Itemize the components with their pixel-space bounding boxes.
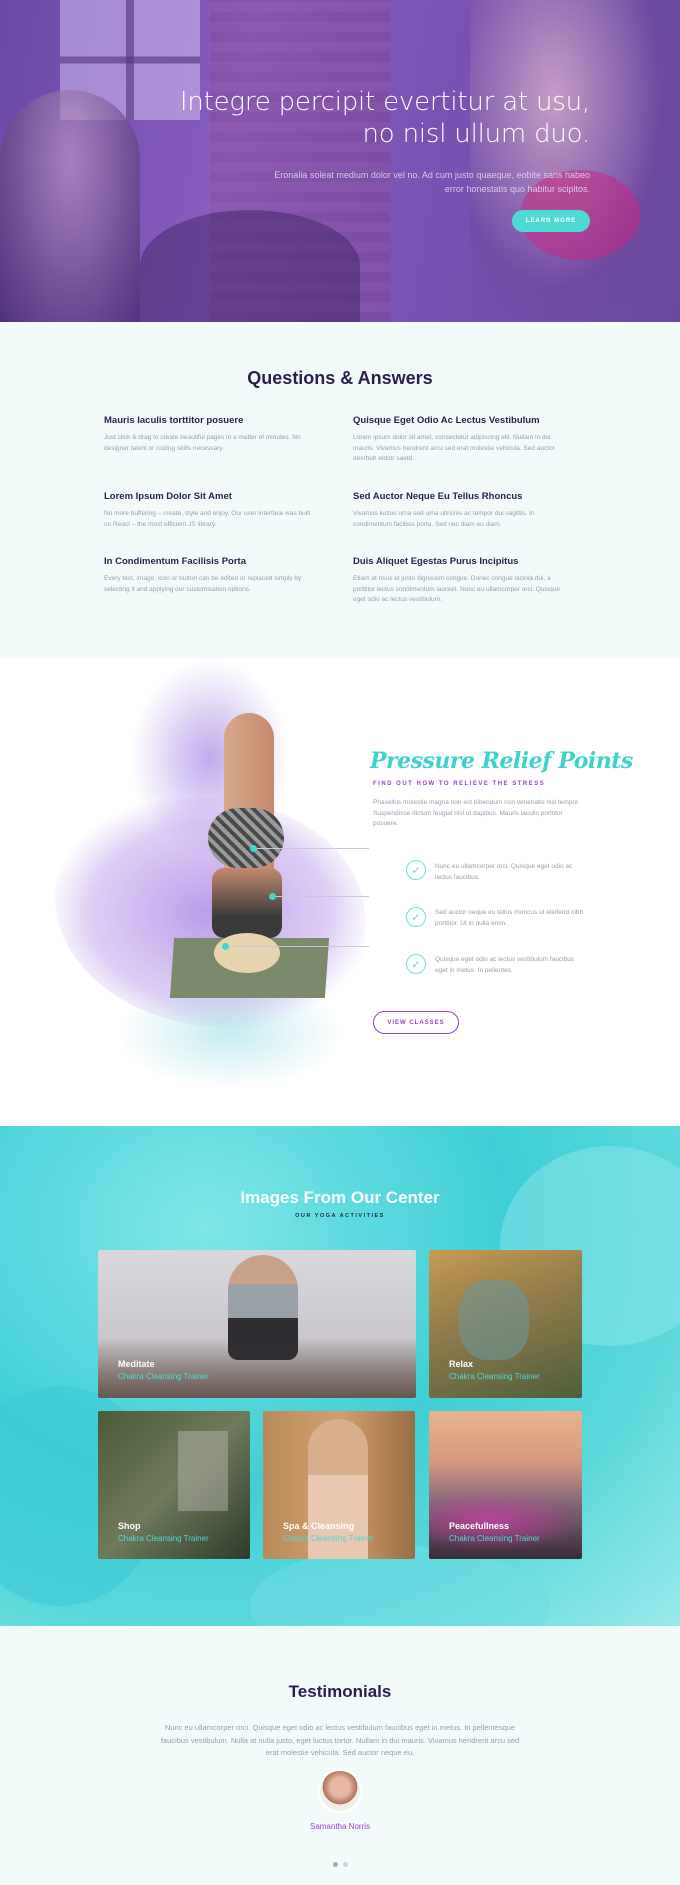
testimonials-section: Testimonials Nunc eu ullamcorper orci. Q…: [0, 1626, 680, 1885]
gallery-tile-relax[interactable]: Relax Chakra Cleansing Trainer: [429, 1250, 582, 1398]
shop-photo-building: [178, 1431, 228, 1511]
gallery-subtitle: OUR YOGA ACTIVITIES: [295, 1213, 385, 1219]
tile-sub: Chakra Cleansing Trainer: [449, 1372, 540, 1381]
carousel-dots: [333, 1862, 348, 1867]
pressure-point-dot[interactable]: [269, 893, 276, 900]
testimonials-title: Testimonials: [288, 1682, 392, 1701]
qa-item: Duis Aliquet Egestas Purus Incipitus Eti…: [353, 556, 568, 606]
pointer-line: [226, 946, 369, 947]
testimonial-author: Samantha Norris: [309, 1822, 371, 1831]
check-icon: ✓: [406, 907, 426, 927]
pressure-point-text: Quisque eget odio ac lectus vestibulum f…: [435, 956, 575, 974]
gallery-tile-spa[interactable]: Spa & Cleansing Chakra Cleansing Trainer: [263, 1411, 415, 1559]
pressure-point-text: Sed auctor neque eu tellus rhoncus ut el…: [435, 909, 584, 927]
relax-photo-figure: [459, 1280, 529, 1360]
tile-sub: Chakra Cleansing Trainer: [118, 1372, 209, 1381]
qa-answer: Lorem ipsum dolor sit amet, consectetur …: [353, 434, 555, 462]
tile-label: Spa & Cleansing: [283, 1521, 355, 1531]
tile-label: Shop: [118, 1521, 141, 1531]
qa-section: Questions & Answers Mauris Iaculis tortt…: [0, 322, 680, 658]
check-icon: ✓: [406, 954, 426, 974]
qa-question: Sed Auctor Neque Eu Tellus Rhoncus: [353, 491, 523, 502]
pressure-subtitle: FIND OUT HOW TO RELIEVE THE STRESS: [373, 781, 546, 787]
carousel-dot[interactable]: [343, 1862, 348, 1867]
qa-question: Quisque Eget Odio Ac Lectus Vestibulum: [353, 415, 540, 426]
view-classes-button[interactable]: VIEW CLASSES: [373, 1011, 459, 1034]
qa-item: Mauris Iaculis torttitor posuere Just cl…: [104, 415, 319, 454]
qa-question: Duis Aliquet Egestas Purus Incipitus: [353, 556, 519, 567]
qa-item: Lorem Ipsum Dolor Sit Amet No more buffe…: [104, 491, 319, 530]
tile-label: Peacefullness: [449, 1521, 510, 1531]
tile-sub: Chakra Cleansing Trainer: [118, 1534, 209, 1543]
tile-label: Relax: [449, 1359, 474, 1369]
gallery-tile-meditate[interactable]: Meditate Chakra Cleansing Trainer: [98, 1250, 416, 1398]
testimonial-quote: Nunc eu ullamcorper orci. Quisque eget o…: [160, 1723, 520, 1757]
hero-person-middle: [140, 210, 360, 322]
hero-title-line1: Integre percipit evertitur at usu,: [179, 87, 590, 117]
tile-sub: Chakra Cleansing Trainer: [449, 1534, 540, 1543]
qa-question: Mauris Iaculis torttitor posuere: [104, 415, 244, 426]
pressure-title: Pressure Relief Points: [370, 748, 633, 774]
qa-item: In Condimentum Facilisis Porta Every tex…: [104, 556, 319, 595]
qa-question: Lorem Ipsum Dolor Sit Amet: [104, 491, 232, 502]
hero-title-line2: no nisl ullum duo.: [362, 119, 591, 149]
qa-question: In Condimentum Facilisis Porta: [104, 556, 246, 567]
learn-more-button[interactable]: LEARN MORE: [512, 210, 590, 232]
qa-answer: Vivamus luctus urna sed urna ultricies a…: [353, 510, 535, 528]
yoga-leggings: [208, 808, 284, 868]
hero-content: Integre percipit evertitur at usu, no ni…: [170, 86, 590, 232]
qa-title: Questions & Answers: [247, 368, 433, 388]
qa-item: Sed Auctor Neque Eu Tellus Rhoncus Vivam…: [353, 491, 568, 530]
gallery-title: Images From Our Center: [240, 1188, 440, 1207]
qa-answer: Every text, image, icon or button can be…: [104, 575, 302, 593]
qa-answer: Just click & drag to create beautiful pa…: [104, 434, 301, 452]
carousel-dot[interactable]: [333, 1862, 338, 1867]
avatar: [318, 1769, 362, 1813]
gallery-tile-shop[interactable]: Shop Chakra Cleansing Trainer: [98, 1411, 250, 1559]
hero-subtitle: Eronalia soleat medium dolor vel no. Ad …: [274, 170, 590, 194]
check-icon: ✓: [406, 860, 426, 880]
qa-item: Quisque Eget Odio Ac Lectus Vestibulum L…: [353, 415, 568, 465]
qa-answer: No more buffering – create, style and en…: [104, 510, 311, 528]
tile-label: Meditate: [118, 1359, 155, 1369]
qa-answer: Etiam at risus et justo dignissim congue…: [353, 575, 561, 603]
hero-person-left: [0, 90, 140, 322]
pressure-point-dot[interactable]: [222, 943, 229, 950]
yoga-pose-head: [214, 933, 280, 973]
tile-sub: Chakra Cleansing Trainer: [283, 1534, 374, 1543]
pointer-line: [254, 848, 369, 849]
pressure-point-text: Nunc eu ullamcorper orci. Quisque eget o…: [435, 863, 573, 881]
gallery-section: Images From Our Center OUR YOGA ACTIVITI…: [0, 1126, 680, 1626]
pressure-point-dot[interactable]: [250, 845, 257, 852]
hero-title: Integre percipit evertitur at usu, no ni…: [170, 86, 590, 150]
gallery-tile-peacefullness[interactable]: Peacefullness Chakra Cleansing Trainer: [429, 1411, 582, 1559]
yoga-pose-torso: [212, 868, 282, 938]
pressure-section: Pressure Relief Points FIND OUT HOW TO R…: [0, 658, 680, 1126]
pressure-body: Phasellus molestie magna non est bibendu…: [373, 799, 580, 827]
pointer-line: [273, 896, 369, 897]
hero-section: Integre percipit evertitur at usu, no ni…: [0, 0, 680, 322]
